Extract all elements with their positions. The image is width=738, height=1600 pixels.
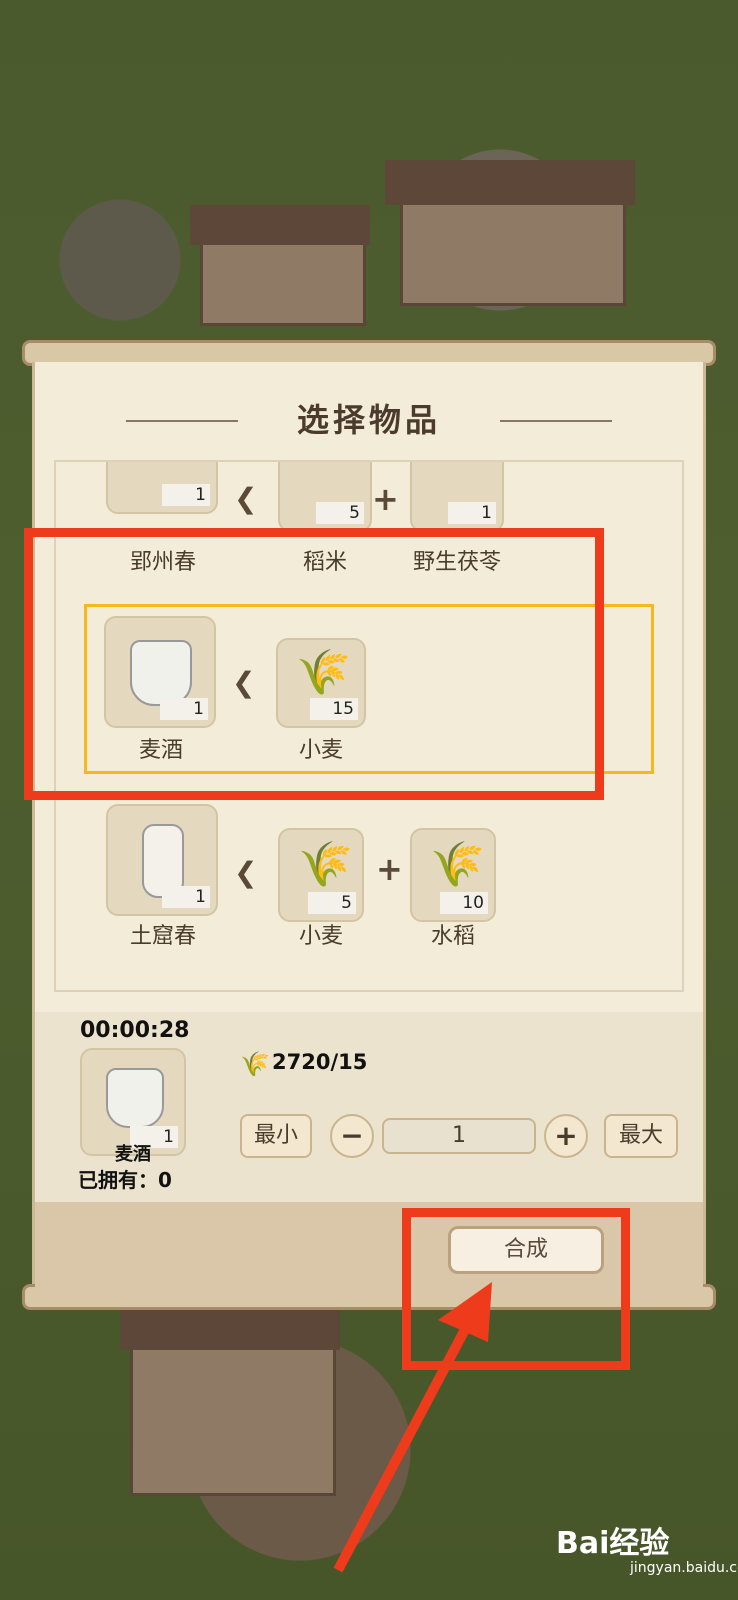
quantity-display[interactable]: 1 — [382, 1118, 536, 1154]
building — [130, 1330, 336, 1496]
ingredient-slot[interactable]: 5 — [278, 462, 372, 532]
building-roof — [190, 205, 370, 245]
decrease-button[interactable]: − — [330, 1114, 374, 1158]
annotation-box-recipe — [24, 528, 604, 800]
resource-count: 2720/15 — [272, 1050, 368, 1074]
item-count: 10 — [440, 892, 488, 914]
max-button[interactable]: 最大 — [604, 1114, 678, 1158]
arrow-left-icon: ❮ — [234, 482, 258, 515]
item-count: 5 — [308, 892, 356, 914]
jug-icon — [106, 1068, 164, 1128]
plus-icon: + — [376, 850, 403, 888]
watermark-brand: Bai经验 — [556, 1526, 670, 1561]
item-count: 1 — [162, 886, 210, 908]
product-slot[interactable]: 1 — [106, 804, 218, 916]
craft-item-name: 麦酒 — [115, 1144, 151, 1165]
building-roof — [120, 1305, 340, 1350]
building-roof — [385, 160, 635, 205]
item-count: 5 — [316, 502, 364, 524]
product-name: 土窟春 — [129, 924, 196, 949]
rice-plant-icon: 🌾 — [430, 839, 485, 890]
building — [400, 190, 626, 306]
ingredient-slot[interactable]: 🌾 10 — [410, 828, 496, 922]
item-count: 1 — [162, 484, 210, 506]
annotation-arrow — [333, 1282, 492, 1573]
dialog-title: 选择物品 — [296, 401, 441, 439]
arrow-left-icon: ❮ — [234, 856, 258, 889]
increase-button[interactable]: + — [544, 1114, 588, 1158]
ingredient-slot[interactable]: 🌾 5 — [278, 828, 364, 922]
plus-icon: + — [372, 480, 399, 518]
min-button[interactable]: 最小 — [240, 1114, 312, 1158]
ingredient-name: 小麦 — [298, 924, 343, 949]
ingredient-slot[interactable]: 1 — [410, 462, 504, 532]
ingredient-name: 水稻 — [430, 924, 475, 949]
craft-timer: 00:00:28 — [80, 1018, 190, 1043]
wheat-icon: 🌾 — [240, 1050, 270, 1078]
watermark-site: jingyan.baidu.com — [630, 1560, 738, 1576]
product-slot[interactable]: 1 — [106, 462, 218, 514]
item-count: 1 — [448, 502, 496, 524]
owned-count: 已拥有：0 — [78, 1168, 172, 1192]
wheat-icon: 🌾 — [298, 839, 353, 890]
